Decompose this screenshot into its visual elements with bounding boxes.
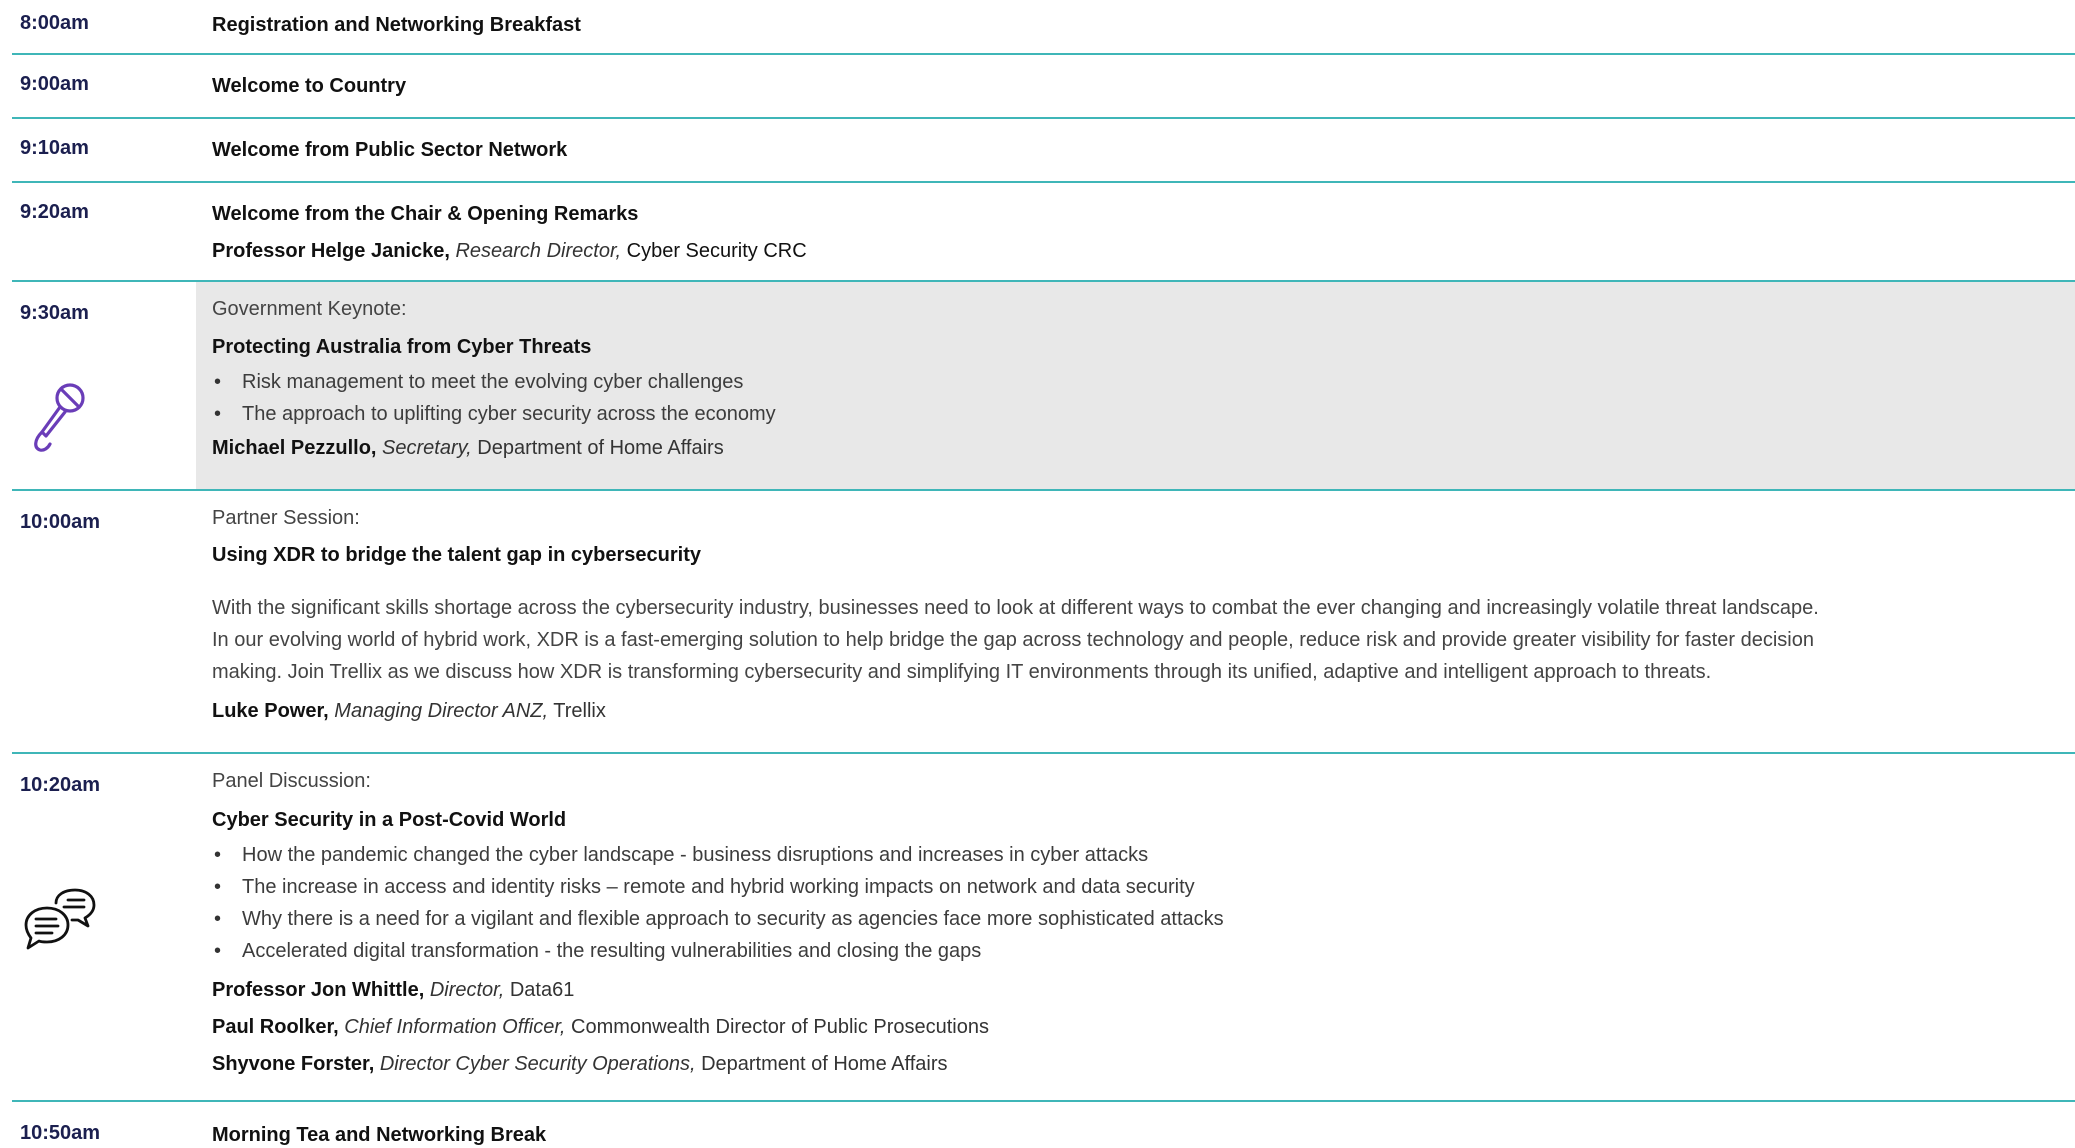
session-time: 9:10am	[20, 137, 89, 159]
agenda-row: 8:00am Registration and Networking Break…	[12, 0, 2075, 55]
speaker-org: Commonwealth Director of Public Prosecut…	[571, 1016, 989, 1038]
session-title: Morning Tea and Networking Break	[212, 1124, 547, 1146]
list-item: The increase in access and identity risk…	[212, 871, 2075, 903]
speaker-role: Research Director,	[455, 240, 622, 262]
list-item: How the pandemic changed the cyber lands…	[212, 839, 2075, 871]
speaker-line: Paul Roolker, Chief Information Officer,…	[212, 1009, 2075, 1046]
speaker-name: Professor Helge Janicke,	[212, 240, 450, 262]
session-label: Partner Session:	[212, 507, 360, 529]
list-item: Why there is a need for a vigilant and f…	[212, 903, 2075, 935]
list-item: The approach to uplifting cyber security…	[212, 398, 2075, 430]
session-title: Using XDR to bridge the talent gap in cy…	[212, 544, 701, 566]
speaker-role: Director,	[429, 979, 505, 1001]
speaker-name: Michael Pezzullo,	[212, 437, 377, 459]
agenda-row: 9:30am Government Keynote: Protecting Au…	[12, 282, 2075, 491]
speaker-org: Trellix	[553, 700, 606, 722]
session-time: 10:50am	[20, 1122, 101, 1144]
session-time: 9:20am	[20, 201, 89, 223]
session-title: Welcome from Public Sector Network	[212, 139, 568, 161]
speaker-org: Cyber Security CRC	[626, 240, 807, 262]
microphone-icon	[34, 383, 85, 452]
session-title: Welcome from the Chair & Opening Remarks	[212, 203, 639, 225]
description-line: making. Join Trellix as we discuss how X…	[212, 661, 1712, 683]
speaker-name: Luke Power,	[212, 700, 329, 722]
session-title: Registration and Networking Breakfast	[212, 14, 581, 36]
speaker-name: Paul Roolker,	[212, 1016, 339, 1038]
bullet-list: Risk management to meet the evolving cyb…	[212, 366, 2075, 430]
description-line: In our evolving world of hybrid work, XD…	[212, 629, 1814, 651]
agenda: 8:00am Registration and Networking Break…	[12, 0, 2075, 1147]
session-time: 8:00am	[20, 12, 89, 34]
speaker-line: Shyvone Forster, Director Cyber Security…	[212, 1046, 2075, 1083]
session-title: Protecting Australia from Cyber Threats	[212, 336, 592, 358]
speaker-role: Secretary,	[382, 437, 472, 459]
list-item: Risk management to meet the evolving cyb…	[212, 366, 2075, 398]
session-title: Cyber Security in a Post-Covid World	[212, 809, 567, 831]
session-description: With the significant skills shortage acr…	[212, 592, 2075, 688]
session-time: 9:30am	[20, 302, 89, 324]
agenda-row: 9:00am Welcome to Country	[12, 55, 2075, 119]
speaker-line: Professor Jon Whittle, Director, Data61	[212, 972, 2075, 1009]
speaker-line: Michael Pezzullo, Secretary, Department …	[212, 435, 2075, 461]
session-time: 10:20am	[20, 774, 101, 796]
agenda-row: 10:00am Partner Session: Using XDR to br…	[12, 491, 2075, 754]
speaker-org: Department of Home Affairs	[477, 437, 724, 459]
bullet-list: How the pandemic changed the cyber lands…	[212, 839, 2075, 967]
speaker-org: Department of Home Affairs	[701, 1053, 948, 1075]
speaker-role: Managing Director ANZ,	[334, 700, 549, 722]
session-label: Panel Discussion:	[212, 770, 371, 792]
description-line: With the significant skills shortage acr…	[212, 597, 1819, 619]
agenda-row: 9:10am Welcome from Public Sector Networ…	[12, 119, 2075, 183]
speaker-name: Professor Jon Whittle,	[212, 979, 425, 1001]
speaker-line: Luke Power, Managing Director ANZ, Trell…	[212, 698, 2075, 724]
session-time: 9:00am	[20, 73, 89, 95]
speaker-org: Data61	[509, 979, 575, 1001]
speaker-name: Shyvone Forster,	[212, 1053, 375, 1075]
speaker-role: Director Cyber Security Operations,	[379, 1053, 696, 1075]
speaker-line: Professor Helge Janicke, Research Direct…	[212, 238, 2075, 264]
agenda-row: 10:20am Panel Discussion: Cyber Security…	[12, 754, 2075, 1102]
list-item: Accelerated digital transformation - the…	[212, 935, 2075, 967]
agenda-row: 10:50am Morning Tea and Networking Break	[12, 1102, 2075, 1147]
chat-bubbles-icon	[24, 888, 96, 950]
session-label: Government Keynote:	[212, 298, 407, 320]
session-title: Welcome to Country	[212, 75, 407, 97]
agenda-row: 9:20am Welcome from the Chair & Opening …	[12, 183, 2075, 282]
speaker-role: Chief Information Officer,	[344, 1016, 566, 1038]
session-time: 10:00am	[20, 511, 101, 533]
